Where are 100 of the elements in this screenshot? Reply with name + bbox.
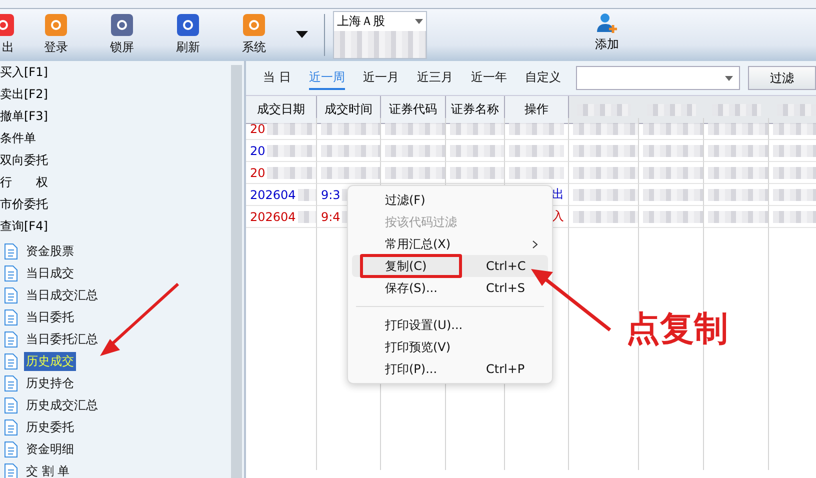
tree-item[interactable]: 历史持仓 <box>24 374 76 392</box>
tree-item[interactable]: 历史委托 <box>24 418 76 436</box>
table-cell: 202604 <box>250 210 296 224</box>
tree-item[interactable]: 当日委托汇总 <box>24 330 100 348</box>
blurred-region <box>450 166 504 178</box>
menu-item[interactable]: 打印设置(U)... <box>352 314 548 336</box>
blurred-region <box>450 144 504 156</box>
caret-icon <box>415 19 423 24</box>
blurred-region <box>643 122 703 134</box>
tree-item[interactable]: 历史成交 <box>24 352 76 370</box>
blurred-region <box>385 122 445 134</box>
tree-item[interactable]: 当日成交汇总 <box>24 286 100 304</box>
filter-dropdown[interactable] <box>576 66 740 90</box>
period-tab[interactable]: 当 日 <box>263 66 291 90</box>
blurred-region <box>773 166 816 178</box>
document-icon <box>4 396 18 414</box>
menu-item[interactable]: 双向委托 <box>0 152 231 174</box>
toolbar-button[interactable]: 登录 <box>32 10 80 60</box>
table-cell: 20 <box>250 122 266 136</box>
document-icon <box>4 440 18 458</box>
toolbar-button[interactable]: 系统 <box>230 10 278 60</box>
toolbar-button[interactable]: 锁屏 <box>98 10 146 60</box>
filter-button[interactable]: 过滤 <box>748 66 816 90</box>
menu-item[interactable]: 卖出[F2] <box>0 86 231 108</box>
menu-item[interactable]: 市价委托 <box>0 196 231 218</box>
tree-item[interactable]: 当日委托 <box>24 308 76 326</box>
blurred-region <box>509 166 564 178</box>
document-icon <box>4 330 18 348</box>
blurred-region <box>643 210 703 222</box>
blurred-region <box>321 122 380 134</box>
tree-item[interactable]: 交 割 单 <box>24 462 72 478</box>
blurred-region <box>773 210 816 222</box>
menu-item[interactable]: 常用汇总(X) <box>352 233 548 255</box>
document-icon <box>4 462 18 478</box>
scrollbar[interactable] <box>231 65 242 478</box>
blurred-region <box>708 122 768 134</box>
period-tab[interactable]: 近一年 <box>470 66 507 90</box>
market-dropdown[interactable]: 上海Ａ股 <box>333 11 427 59</box>
document-icon <box>4 308 18 326</box>
period-tab[interactable]: 近一周 <box>308 66 345 90</box>
tree-item[interactable]: 资金股票 <box>24 242 76 260</box>
chevron-right-icon <box>532 240 538 248</box>
toolbar-button[interactable]: 出 <box>0 10 14 60</box>
menu-item[interactable]: 买入[F1] <box>0 64 231 86</box>
column-header[interactable]: 证券代码 <box>381 96 446 124</box>
document-icon <box>4 264 18 282</box>
add-button[interactable]: 添加 <box>587 12 627 58</box>
blurred-region <box>573 188 638 200</box>
document-icon <box>4 374 18 392</box>
blurred-region <box>643 144 703 156</box>
blurred-region <box>643 166 703 178</box>
menu-item[interactable]: 查询[F4] <box>0 218 231 240</box>
toolbar-button[interactable]: 刷新 <box>164 10 212 60</box>
table-cell: 9:3 <box>321 188 340 202</box>
tree-item[interactable]: 资金明细 <box>24 440 76 458</box>
tree-item[interactable]: 历史成交汇总 <box>24 396 100 414</box>
menu-item[interactable]: 打印(P)... Ctrl+P <box>352 358 548 380</box>
blurred-region <box>267 122 316 134</box>
menu-item[interactable]: 保存(S)... Ctrl+S <box>352 277 548 299</box>
blurred-region <box>773 188 816 200</box>
menu-item[interactable]: 撤单[F3] <box>0 108 231 130</box>
table-cell: 202604 <box>250 188 296 202</box>
document-icon <box>4 286 18 304</box>
blurred-region <box>267 144 316 156</box>
blurred-region <box>708 166 768 178</box>
blurred-region <box>773 144 816 156</box>
table-cell: 出 <box>552 186 564 203</box>
table-cell: 入 <box>552 208 564 225</box>
blurred-region <box>573 122 638 134</box>
blurred-region <box>509 144 564 156</box>
table-cell: 9:4 <box>321 210 340 224</box>
blurred-region <box>573 144 638 156</box>
column-header[interactable]: 操作 <box>505 96 569 124</box>
column-header[interactable]: 成交时间 <box>317 96 381 124</box>
period-tab[interactable]: 近一月 <box>362 66 399 90</box>
blurred-region <box>385 166 445 178</box>
caret-icon <box>725 76 734 80</box>
blurred-region <box>773 122 816 134</box>
tree-item[interactable]: 当日成交 <box>24 264 76 282</box>
document-icon <box>4 242 18 260</box>
blurred-region <box>450 122 504 134</box>
menu-item[interactable]: 打印预览(V) <box>352 336 548 358</box>
menu-item[interactable]: 过滤(F) <box>352 189 548 211</box>
blurred-region <box>298 210 316 222</box>
column-header[interactable]: 证券名称 <box>446 96 505 124</box>
column-header[interactable]: 成交日期 <box>246 96 317 124</box>
period-tab[interactable]: 自定义 <box>524 66 561 90</box>
menu-item[interactable]: 条件单 <box>0 130 231 152</box>
caret-icon[interactable] <box>296 31 308 39</box>
annotation-text: 点复制 <box>626 308 728 351</box>
blurred-region <box>573 166 638 178</box>
blurred-region <box>298 188 316 200</box>
blurred-region <box>573 210 638 222</box>
blurred-region <box>708 144 768 156</box>
blurred-region <box>708 188 768 200</box>
blurred-region <box>509 122 564 134</box>
menu-item[interactable]: 行 权 <box>0 174 231 196</box>
add-user-icon <box>596 12 618 34</box>
period-tab[interactable]: 近三月 <box>416 66 453 90</box>
blurred-region <box>385 144 445 156</box>
